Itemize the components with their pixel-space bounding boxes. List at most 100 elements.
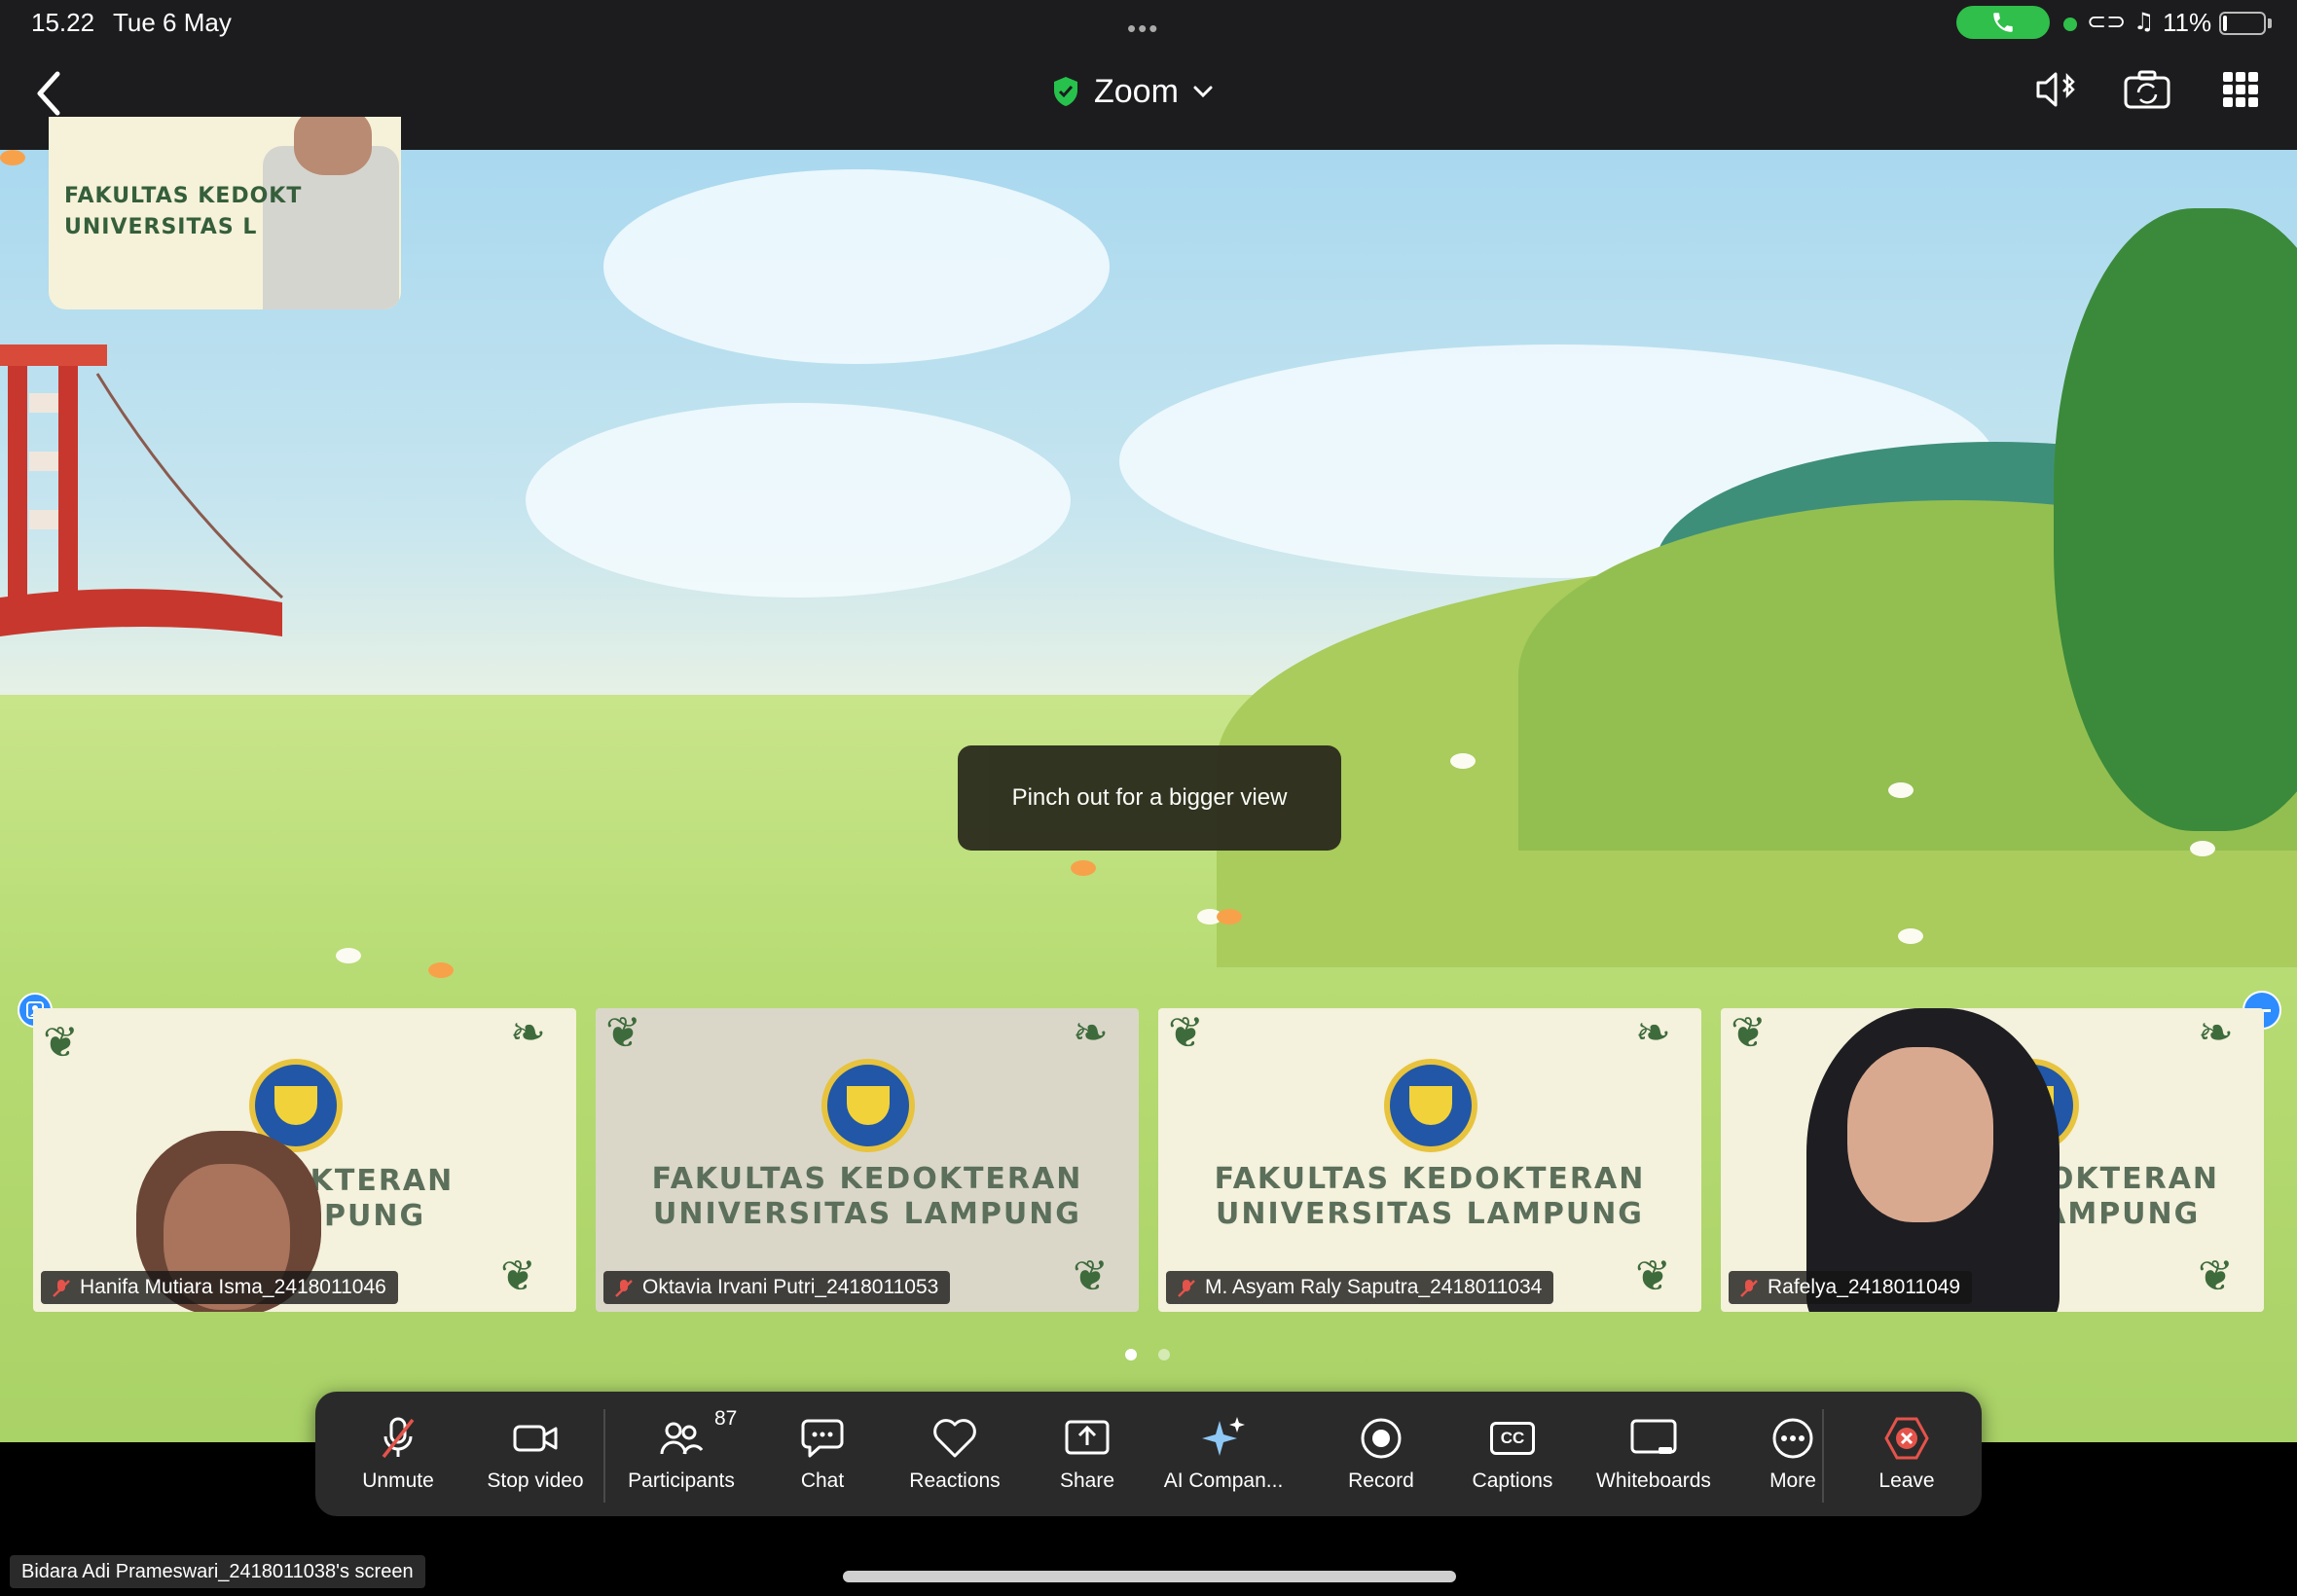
participants-icon [660,1422,704,1455]
grid-view-button[interactable] [2211,60,2270,119]
whiteboards-button[interactable]: Whiteboards [1583,1392,1725,1516]
meeting-controls: Unmute Stop video Participants 87 Chat R… [315,1392,1982,1516]
leaf-decoration: ❧ [1073,1009,1109,1057]
page-indicator-dot-active[interactable] [1125,1349,1137,1360]
share-screen-icon [1065,1420,1110,1455]
flower [0,150,25,165]
mic-muted-icon [1740,1280,1758,1297]
multitasking-dots[interactable]: ••• [1127,14,1159,44]
leaf-decoration: ❦ [500,1252,536,1300]
mic-in-use-dot [2063,18,2077,31]
captions-icon: CC [1490,1422,1535,1455]
chat-button[interactable]: Chat [769,1392,876,1516]
leaf-decoration: ❧ [510,1009,546,1057]
meeting-title-button[interactable]: Zoom [1051,66,1214,117]
speaker-bluetooth-icon [2036,72,2075,107]
flower [1450,753,1476,769]
whiteboard-icon [1630,1419,1677,1454]
tile-background-text: FAKULTAS KEDOKTERAN UNIVERSITAS LAMPUNG [651,1162,1083,1231]
more-dots-icon [1772,1418,1813,1459]
unmute-button[interactable]: Unmute [345,1392,452,1516]
participant-tile[interactable]: ❦ ❧ ❦ FAKULTAS KEDOKTERAN UNIVERSITAS LA… [596,1008,1139,1312]
leave-button[interactable]: Leave [1853,1392,1960,1516]
more-button[interactable]: More [1744,1392,1841,1516]
video-camera-icon [513,1425,558,1452]
status-time: 15.22 [31,8,95,37]
flower [1888,782,1914,798]
cloud [603,169,1110,364]
speaker-button[interactable] [2026,60,2085,119]
speaker-head [294,117,372,175]
captions-button[interactable]: CC Captions [1450,1392,1575,1516]
tree [2054,208,2297,831]
mic-muted-icon [53,1280,70,1297]
status-date: Tue 6 May [113,8,232,37]
camera-switch-icon [2124,70,2170,109]
link-headphones-icon: ⊂⊃ ♫ [2087,8,2155,35]
leaf-decoration: ❦ [1168,1009,1204,1057]
flower [1217,909,1242,925]
reactions-button[interactable]: Reactions [892,1392,1018,1516]
flower [336,948,361,963]
share-button[interactable]: Share [1034,1392,1141,1516]
mic-muted-icon [1178,1280,1195,1297]
shared-screen-owner-label: Bidara Adi Prameswari_2418011038's scree… [10,1555,425,1588]
participant-tile[interactable]: ❦ ❧ ❦ FAKULTAS KEDOKTERAN UNIVERSITAS LA… [1158,1008,1701,1312]
participant-tile[interactable]: ❦ ❧ ❦ DOKTERAN LAMPUNG Rafelya_241801104… [1721,1008,2264,1312]
grid-view-icon [2223,72,2258,107]
battery-tip [2268,18,2272,28]
leave-x-icon [1884,1417,1929,1460]
status-bar: 15.22 Tue 6 May ••• ⊂⊃ ♫ 11% [0,0,2297,47]
phone-icon [1993,13,2013,32]
record-button[interactable]: Record [1328,1392,1435,1516]
university-logo [1384,1059,1477,1152]
tile-background-text: FAKULTAS KEDOKTERAN UNIVERSITAS LAMPUNG [1214,1162,1646,1231]
participant-name-label: Hanifa Mutiara Isma_2418011046 [41,1271,398,1304]
participant-tile[interactable]: ❦ ❧ ❦ FAK EDOKTERAN UN LAMPUNG Hanifa Mu… [33,1008,576,1312]
home-indicator[interactable] [843,1571,1456,1582]
participant-name-label: Oktavia Irvani Putri_2418011053 [603,1271,951,1304]
flower [1071,860,1096,876]
participant-face [1847,1047,1993,1222]
leaf-decoration: ❧ [2198,1009,2234,1057]
flower [1898,928,1923,944]
participant-name-label: M. Asyam Raly Saputra_2418011034 [1166,1271,1554,1304]
leaf-decoration: ❦ [43,1019,79,1067]
leaf-decoration: ❦ [1073,1252,1109,1300]
leaf-decoration: ❧ [1635,1009,1671,1057]
flower [428,962,454,978]
heart-icon [933,1419,976,1458]
battery-percent: 11% [2163,8,2212,37]
university-logo [821,1059,915,1152]
separator [1822,1409,1824,1503]
switch-camera-button[interactable] [2118,60,2176,119]
back-button[interactable] [27,64,70,123]
bridge-illustration [0,345,284,636]
chevron-left-icon [37,71,60,116]
record-icon [1361,1418,1402,1459]
stop-video-button[interactable]: Stop video [467,1392,603,1516]
chat-bubble-icon [801,1419,844,1458]
flower [2190,841,2215,856]
cloud [526,403,1071,598]
battery-icon [2219,12,2266,35]
mic-muted-icon [615,1280,633,1297]
participant-name-label: Rafelya_2418011049 [1729,1271,1973,1304]
mic-off-icon [382,1417,415,1459]
active-speaker-thumbnail[interactable]: FAKULTAS KEDOKT UNIVERSITAS L [49,117,401,309]
chevron-down-icon [1193,86,1213,98]
active-call-pill[interactable] [1956,6,2050,39]
page-indicator-dot[interactable] [1158,1349,1170,1360]
leaf-decoration: ❦ [1635,1252,1671,1300]
participants-count: 87 [714,1407,738,1430]
speaker-background-text: FAKULTAS KEDOKT UNIVERSITAS L [64,184,303,239]
ai-sparkle-icon [1202,1417,1245,1456]
leaf-decoration: ❦ [1731,1009,1767,1057]
ai-companion-button[interactable]: AI Compan... [1150,1392,1296,1516]
pinch-toast: Pinch out for a bigger view [958,745,1341,851]
leaf-decoration: ❦ [605,1009,641,1057]
meeting-title: Zoom [1094,72,1179,110]
separator [603,1409,605,1503]
leaf-decoration: ❦ [2198,1252,2234,1300]
shield-check-icon [1054,77,1077,106]
